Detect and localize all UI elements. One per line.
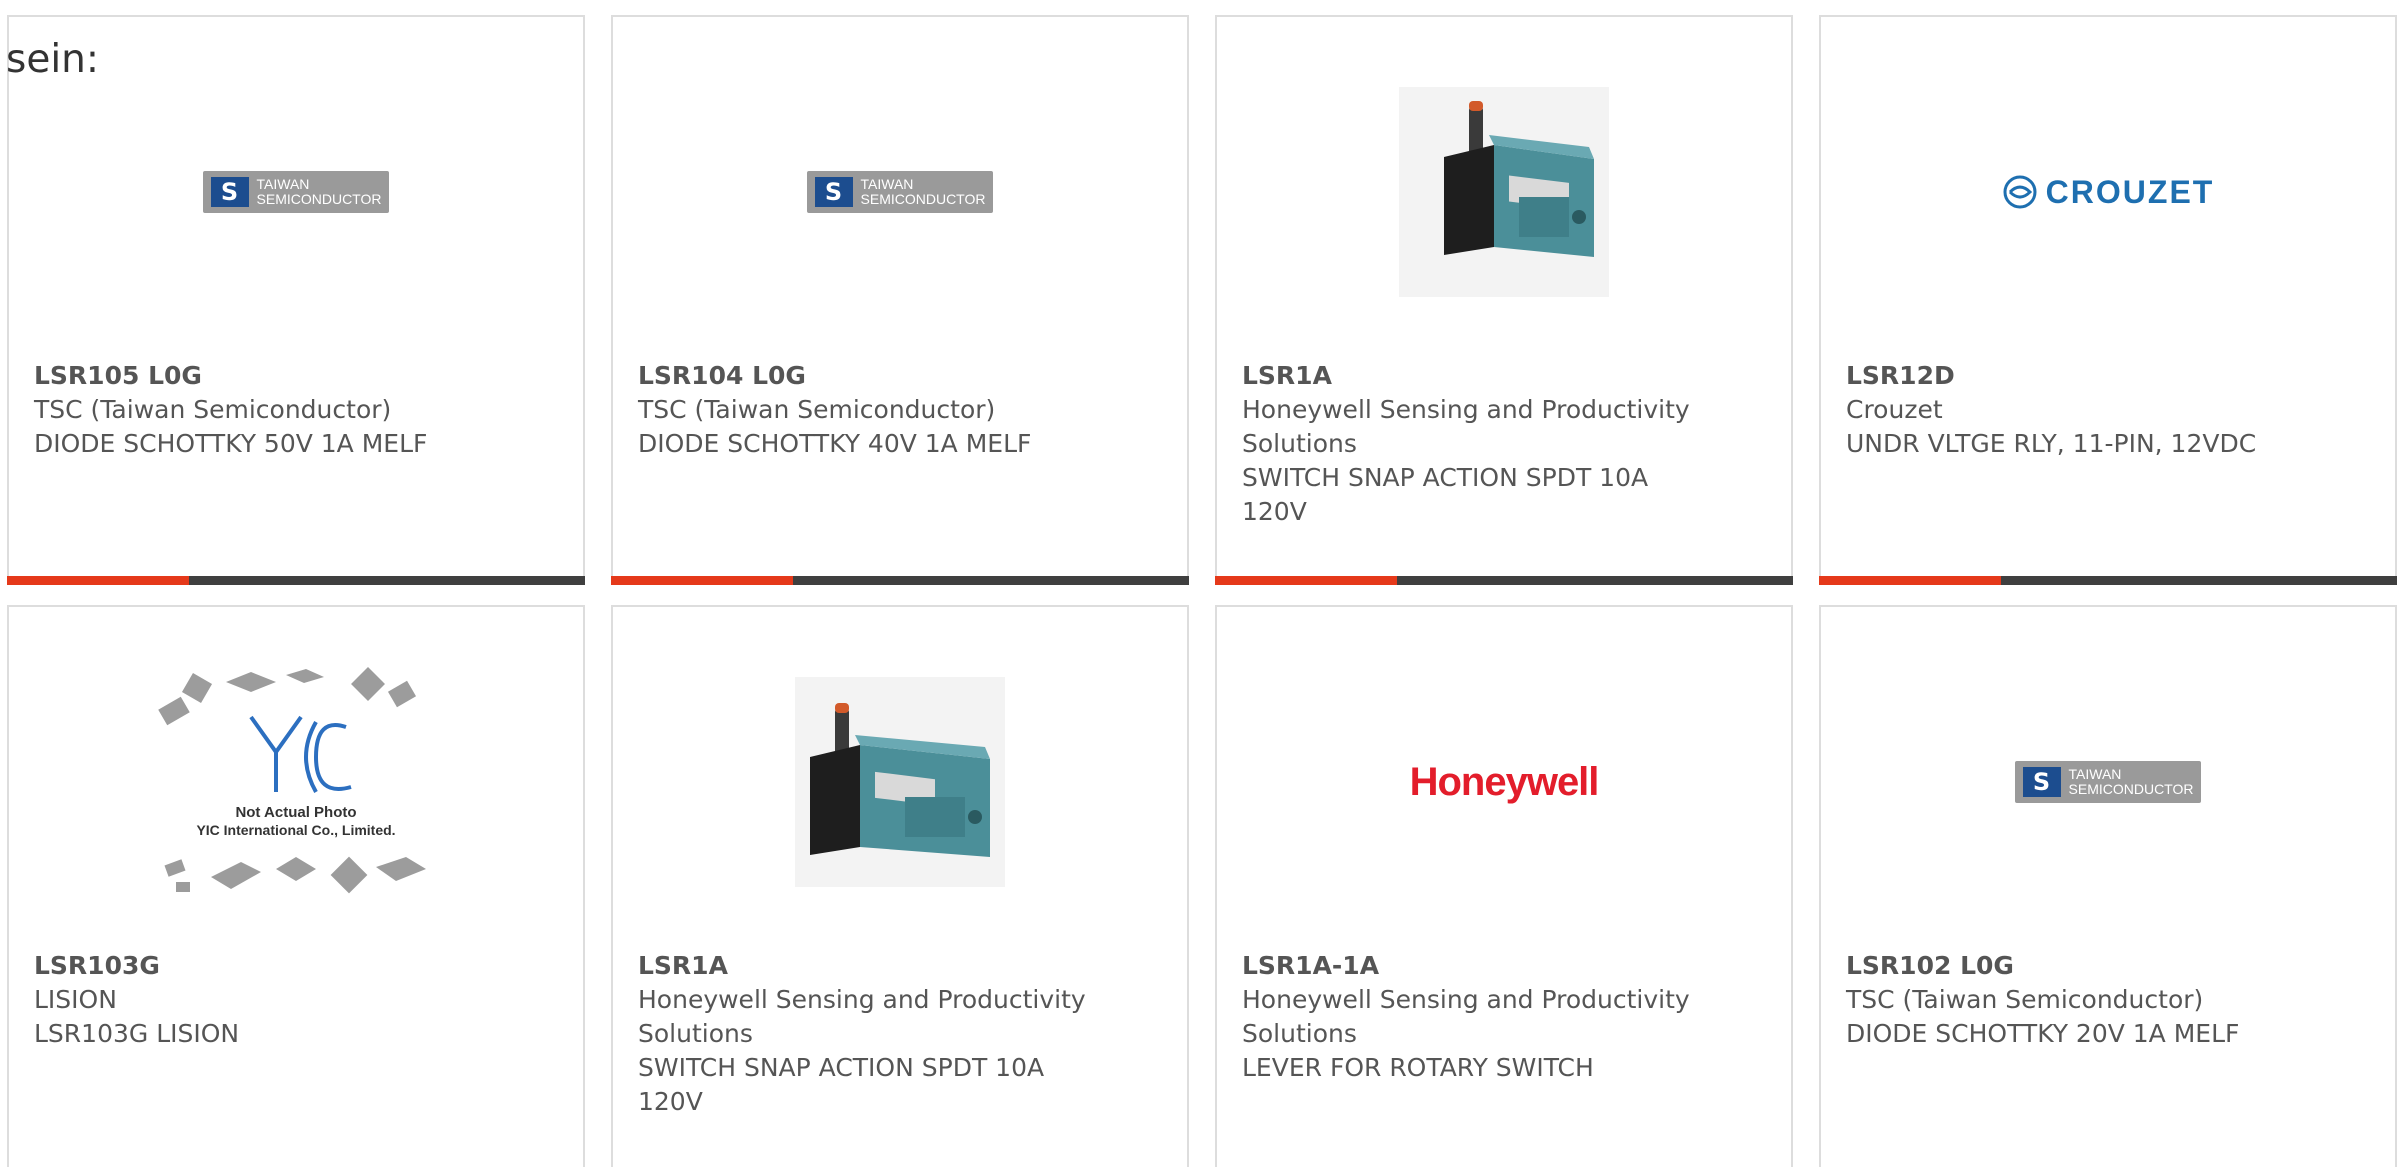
manufacturer: Honeywell Sensing and Productivity Solut… <box>1242 985 1690 1048</box>
product-image-area: S TAIWAN SEMICONDUCTOR <box>1821 647 2395 917</box>
card-bottom-bar <box>611 576 1189 585</box>
description: SWITCH SNAP ACTION SPDT 10A 120V <box>1242 463 1649 526</box>
card-bottom-bar <box>1819 576 2397 585</box>
product-image-area: S TAIWAN SEMICONDUCTOR <box>613 57 1187 327</box>
tsc-logo: S TAIWAN SEMICONDUCTOR <box>202 171 390 213</box>
yic-caption-line1: Not Actual Photo <box>235 804 356 821</box>
card-bottom-bar <box>1215 576 1793 585</box>
tsc-logo-line1: TAIWAN <box>2068 766 2122 782</box>
product-image-area <box>613 647 1187 917</box>
manufacturer: Honeywell Sensing and Productivity Solut… <box>638 985 1086 1048</box>
limit-switch-photo <box>1399 87 1609 297</box>
part-number[interactable]: LSR104 L0G <box>638 359 1098 393</box>
part-number[interactable]: LSR102 L0G <box>1846 949 2306 983</box>
intro-text: sein: <box>6 37 100 82</box>
product-image-area: Not Actual Photo YIC International Co., … <box>9 647 583 917</box>
description: LEVER FOR ROTARY SWITCH <box>1242 1053 1594 1082</box>
product-card[interactable]: S TAIWAN SEMICONDUCTOR LSR102 L0G TSC (T… <box>1819 605 2397 1167</box>
product-card[interactable]: S TAIWAN SEMICONDUCTOR LSR105 L0G TSC (T… <box>7 15 585 585</box>
product-card[interactable]: CROUZET LSR12D Crouzet UNDR VLTGE RLY, 1… <box>1819 15 2397 585</box>
tsc-logo-line2: SEMICONDUCTOR <box>256 191 382 207</box>
crouzet-logo: CROUZET <box>2002 174 2215 211</box>
yic-caption-line2: YIC International Co., Limited. <box>196 822 395 838</box>
product-card[interactable]: S TAIWAN SEMICONDUCTOR LSR104 L0G TSC (T… <box>611 15 1189 585</box>
card-bar-accent <box>1215 576 1397 585</box>
card-bar-accent <box>611 576 793 585</box>
limit-switch-photo <box>795 677 1005 887</box>
tsc-logo: S TAIWAN SEMICONDUCTOR <box>2014 761 2202 803</box>
product-image-area: Honeywell <box>1217 647 1791 917</box>
product-image-area <box>1217 57 1791 327</box>
manufacturer: TSC (Taiwan Semiconductor) <box>1846 985 2204 1014</box>
tsc-logo-line1: TAIWAN <box>860 176 914 192</box>
tsc-logo-mark: S <box>814 177 853 207</box>
tsc-logo: S TAIWAN SEMICONDUCTOR <box>806 171 994 213</box>
part-number[interactable]: LSR1A <box>1242 359 1702 393</box>
part-number[interactable]: LSR105 L0G <box>34 359 494 393</box>
tsc-logo-line1: TAIWAN <box>256 176 310 192</box>
description: DIODE SCHOTTKY 50V 1A MELF <box>34 429 428 458</box>
crouzet-swirl-icon <box>2003 175 2037 209</box>
product-card[interactable]: Not Actual Photo YIC International Co., … <box>7 605 585 1167</box>
card-bar-accent <box>7 576 189 585</box>
card-bar-accent <box>1819 576 2001 585</box>
product-image-area: CROUZET <box>1821 57 2395 327</box>
product-card[interactable]: LSR1A Honeywell Sensing and Productivity… <box>611 605 1189 1167</box>
manufacturer: LISION <box>34 985 117 1014</box>
page: sein: S TAIWAN SEMICONDUCTOR LSR105 L0G … <box>0 0 2400 1167</box>
part-number[interactable]: LSR1A <box>638 949 1098 983</box>
honeywell-logo: Honeywell <box>1409 759 1600 804</box>
tsc-logo-mark: S <box>2022 767 2061 797</box>
manufacturer: TSC (Taiwan Semiconductor) <box>638 395 996 424</box>
tsc-logo-line2: SEMICONDUCTOR <box>860 191 986 207</box>
card-bottom-bar <box>7 576 585 585</box>
description: SWITCH SNAP ACTION SPDT 10A 120V <box>638 1053 1045 1116</box>
description: LSR103G LISION <box>34 1019 240 1048</box>
description: UNDR VLTGE RLY, 11-PIN, 12VDC <box>1846 429 2257 458</box>
manufacturer: TSC (Taiwan Semiconductor) <box>34 395 392 424</box>
manufacturer: Crouzet <box>1846 395 1943 424</box>
tsc-logo-mark: S <box>210 177 249 207</box>
part-number[interactable]: LSR1A-1A <box>1242 949 1702 983</box>
product-card[interactable]: Honeywell LSR1A-1A Honeywell Sensing and… <box>1215 605 1793 1167</box>
part-number[interactable]: LSR12D <box>1846 359 2306 393</box>
part-number[interactable]: LSR103G <box>34 949 494 983</box>
product-card[interactable]: LSR1A Honeywell Sensing and Productivity… <box>1215 15 1793 585</box>
crouzet-logo-text: CROUZET <box>2045 173 2215 210</box>
yic-placeholder-image: Not Actual Photo YIC International Co., … <box>158 667 426 894</box>
description: DIODE SCHOTTKY 40V 1A MELF <box>638 429 1032 458</box>
manufacturer: Honeywell Sensing and Productivity Solut… <box>1242 395 1690 458</box>
tsc-logo-line2: SEMICONDUCTOR <box>2068 781 2194 797</box>
product-image-area: S TAIWAN SEMICONDUCTOR <box>9 57 583 327</box>
description: DIODE SCHOTTKY 20V 1A MELF <box>1846 1019 2240 1048</box>
